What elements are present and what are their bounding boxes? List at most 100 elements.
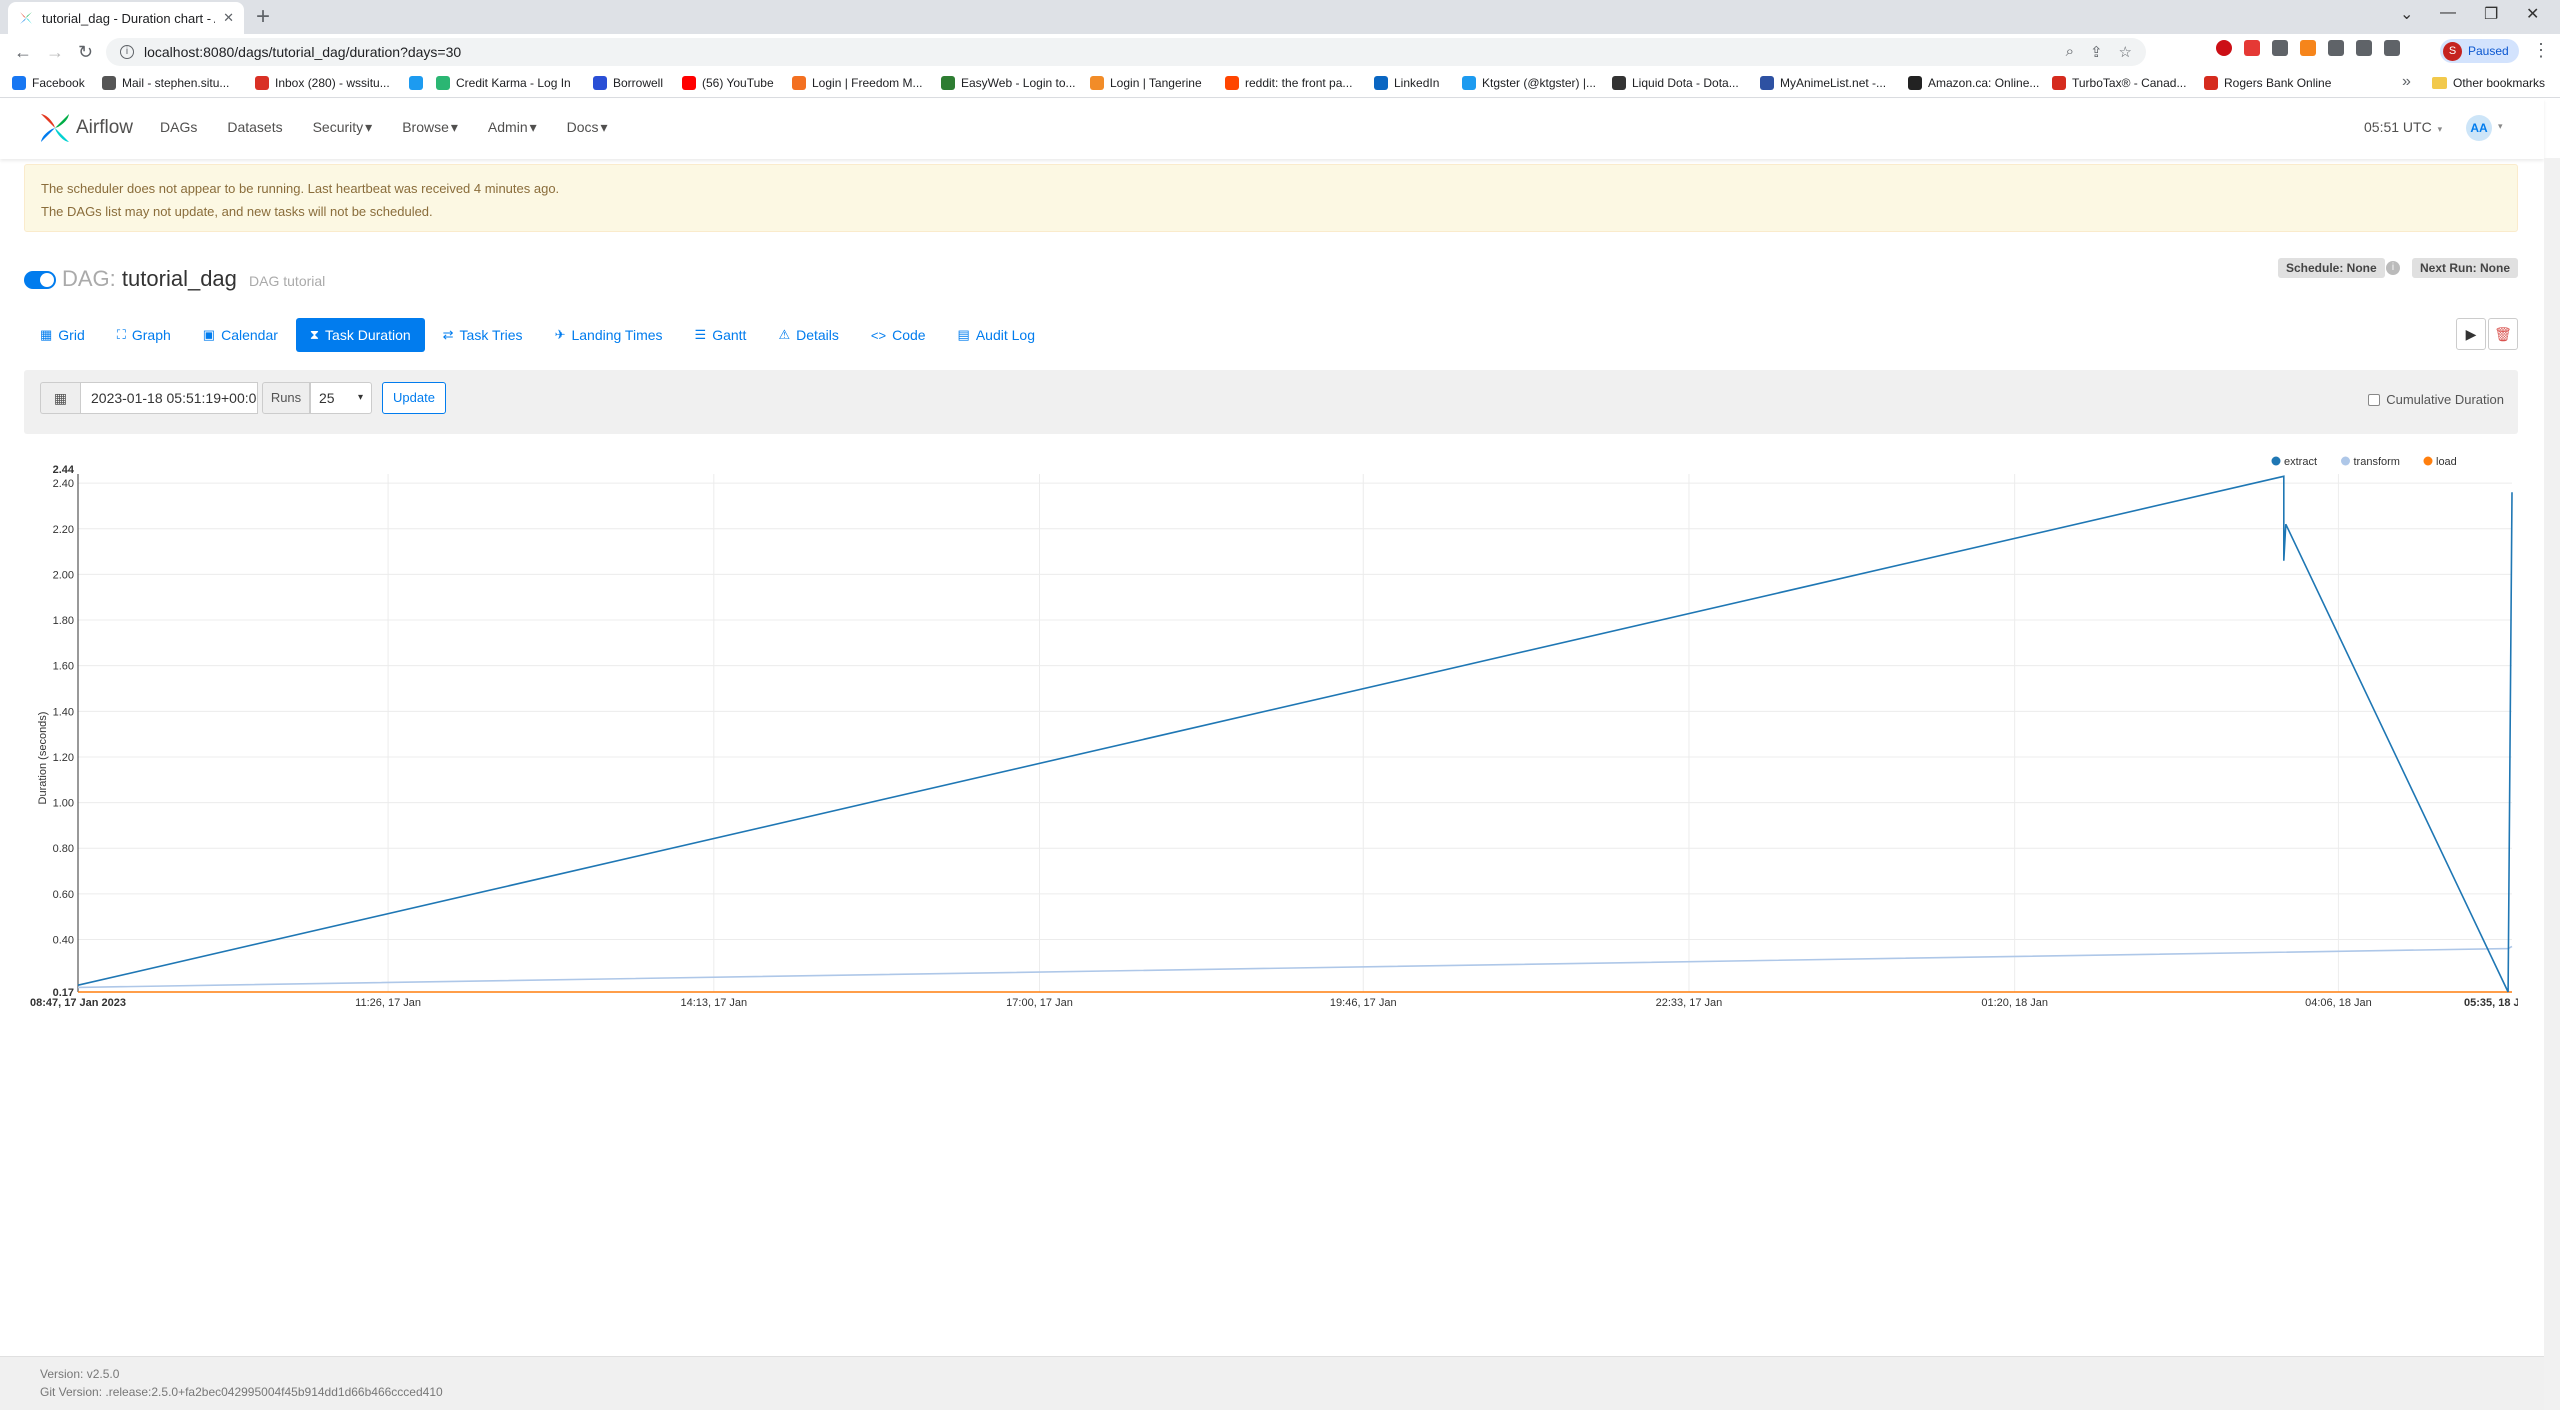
tab-task-tries[interactable]: ⇄ Task Tries [429,318,537,352]
tab-grid[interactable]: ▦ Grid [26,318,99,352]
profile-button[interactable]: S Paused [2440,39,2519,63]
bookmark-label: Borrowell [613,76,664,90]
bookmark-favicon-icon [102,76,116,90]
bookmark-label: EasyWeb - Login to... [961,76,1076,90]
runs-select[interactable]: 25 ▾ [310,382,372,414]
cumulative-duration-option[interactable]: Cumulative Duration [2368,392,2504,407]
nav-item-dags[interactable]: DAGs [160,119,197,136]
legend-label-transform[interactable]: transform [2354,456,2400,468]
more-bookmarks-icon[interactable]: » [2402,73,2411,91]
legend-marker-load[interactable] [2423,456,2433,466]
share-icon[interactable]: ⇪ [2090,43,2103,61]
bookmark-item[interactable]: (56) YouTube [682,76,774,90]
reload-icon[interactable]: ↻ [78,42,93,63]
bookmark-item[interactable]: Inbox (280) - wssitu... [255,76,390,90]
calendar-picker-icon[interactable]: ▦ [40,382,80,414]
forward-icon[interactable]: → [46,42,64,63]
utc-clock[interactable]: 05:51 UTC ▾ [2364,119,2442,135]
bookmark-item[interactable]: Credit Karma - Log In [436,76,571,90]
tab-audit-log[interactable]: ▤ Audit Log [944,318,1049,352]
browser-tab[interactable]: tutorial_dag - Duration chart - Airflow … [8,2,244,34]
tab-gantt[interactable]: ☰ Gantt [681,318,761,352]
legend-label-load[interactable]: load [2436,456,2457,468]
nav-item-admin[interactable]: Admin ▾ [488,119,537,136]
side-panel-icon[interactable] [2384,40,2400,56]
schedule-info-icon[interactable]: i [2386,261,2400,275]
bookmark-favicon-icon [1908,76,1922,90]
bookmark-item[interactable]: MyAnimeList.net -... [1760,76,1886,90]
delete-dag-button[interactable]: 🗑 [2488,318,2518,350]
plane-icon: ✈ [554,327,566,342]
bookmark-label: Login | Freedom M... [812,76,923,90]
nav-item-browse[interactable]: Browse ▾ [402,119,458,136]
update-button[interactable]: Update [382,382,446,414]
bookmark-item[interactable]: LinkedIn [1374,76,1439,90]
nav-item-security[interactable]: Security ▾ [313,119,373,136]
bookmark-star-icon[interactable]: ☆ [2119,43,2132,61]
tab-details[interactable]: ⚠ Details [764,318,852,352]
tab-graph[interactable]: ⛶ Graph [103,318,185,352]
dag-name[interactable]: tutorial_dag [122,266,237,291]
tab-task-duration[interactable]: ⧗ Task Duration [295,318,425,352]
reading-list-icon[interactable] [2356,40,2372,56]
bookmark-item[interactable]: reddit: the front pa... [1225,76,1352,90]
tab-search-icon[interactable]: ⌄ [2400,4,2413,24]
nav-item-datasets[interactable]: Datasets [227,119,282,136]
zoom-icon[interactable]: ⌕ [2066,43,2074,61]
bookmark-item[interactable]: Facebook [12,76,85,90]
bookmark-item[interactable]: TurboTax® - Canad... [2052,76,2186,90]
site-info-icon[interactable]: i [120,45,134,59]
tab-landing-times[interactable]: ✈ Landing Times [541,318,677,352]
trigger-dag-button[interactable]: ▶ [2456,318,2486,350]
page-footer: Version: v2.5.0 Git Version: .release:2.… [0,1356,2544,1410]
series-line-extract[interactable] [77,475,2513,993]
dag-pause-toggle[interactable] [24,271,56,289]
bookmark-item[interactable]: Ktgster (@ktgster) |... [1462,76,1596,90]
tab-calendar[interactable]: ▣ Calendar [189,318,292,352]
close-window-icon[interactable]: ✕ [2526,4,2539,24]
bookmark-item[interactable]: Rogers Bank Online [2204,76,2331,90]
y-tick-label: 1.40 [53,706,74,718]
legend-marker-extract[interactable] [2271,456,2281,466]
bookmark-item[interactable] [409,76,423,90]
minimize-icon[interactable]: — [2440,4,2456,22]
legend-marker-transform[interactable] [2341,456,2350,466]
address-bar[interactable]: i localhost:8080/dags/tutorial_dag/durat… [106,38,2146,66]
metamask-extension-icon[interactable] [2300,40,2316,56]
legend-label-extract[interactable]: extract [2284,456,2317,468]
nav-item-label: Admin [487,119,528,135]
bookmark-label: TurboTax® - Canad... [2072,76,2187,90]
nav-item-docs[interactable]: Docs ▾ [567,119,608,136]
bookmark-item[interactable]: Borrowell [593,76,663,90]
opera-extension-icon[interactable] [2216,40,2232,56]
page-scrollbar[interactable] [2544,158,2560,1410]
base-date-input[interactable]: 2023-01-18 05:51:19+00:00 [80,382,258,414]
airflow-favicon-icon [20,12,32,24]
close-tab-icon[interactable]: ✕ [223,10,234,26]
bookmark-item[interactable]: Login | Freedom M... [792,76,923,90]
bookmark-item[interactable]: Amazon.ca: Online... [1908,76,2039,90]
user-menu-chevron-icon[interactable]: ▾ [2498,121,2503,132]
runs-value: 25 [319,390,335,406]
x-tick-label: 19:46, 17 Jan [1330,997,1397,1009]
series-line-transform[interactable] [77,945,2513,989]
bookmark-item[interactable]: Liquid Dota - Dota... [1612,76,1739,90]
new-tab-icon[interactable]: + [256,3,270,31]
bookmark-item[interactable]: Login | Tangerine [1090,76,1202,90]
bookmark-label: Credit Karma - Log In [456,76,571,90]
x-tick-label: 04:06, 18 Jan [2305,997,2372,1009]
extension-icon[interactable] [2272,40,2288,56]
airflow-logo[interactable]: Airflow [38,111,133,145]
bookmark-item[interactable]: Mail - stephen.situ... [102,76,229,90]
adblock-extension-icon[interactable] [2244,40,2260,56]
restore-icon[interactable]: ❐ [2484,4,2498,24]
tab-code[interactable]: <> Code [857,318,940,352]
back-icon[interactable]: ← [14,42,32,63]
user-avatar[interactable]: AA [2466,115,2492,141]
bookmark-item[interactable]: EasyWeb - Login to... [941,76,1076,90]
puzzle-extensions-icon[interactable] [2328,40,2344,56]
browser-menu-icon[interactable]: ⋮ [2532,40,2550,61]
cumulative-duration-checkbox[interactable] [2368,393,2381,406]
tab-label: Code [892,327,926,343]
other-bookmarks[interactable]: Other bookmarks [2432,76,2545,90]
